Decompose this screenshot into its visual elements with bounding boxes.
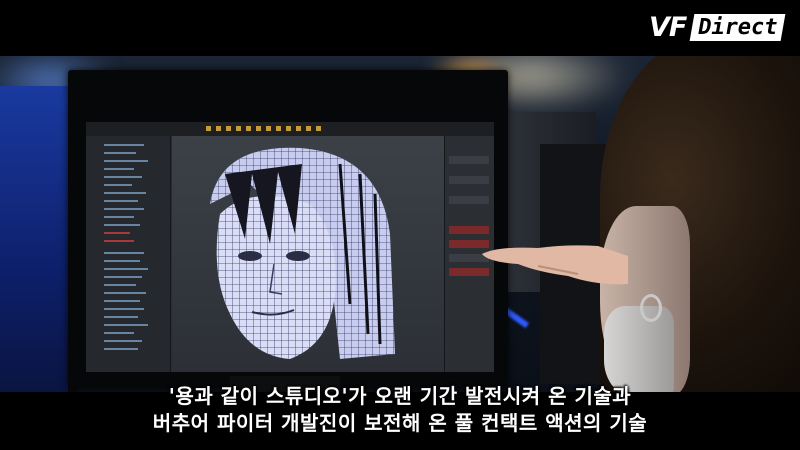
- pointing-hand: [482, 245, 628, 285]
- subtitles: '용과 같이 스튜디오'가 오랜 기간 발전시켜 온 기술과 버추어 파이터 개…: [0, 383, 800, 437]
- outliner-panel: [86, 136, 171, 372]
- logo-tag: Direct: [689, 13, 787, 41]
- face-mask: [604, 306, 674, 392]
- vf-direct-logo: VF Direct: [649, 10, 787, 44]
- subtitle-line-2: 버추어 파이터 개발진이 보전해 온 풀 컨택트 액션의 기술: [152, 411, 648, 435]
- subtitle-line-1: '용과 같이 스튜디오'가 오랜 기간 발전시켜 온 기술과: [168, 384, 632, 408]
- modeling-software-screen: [86, 122, 494, 372]
- wireframe-head-model: [210, 147, 395, 359]
- logo-brand: VF: [649, 11, 687, 43]
- photo-scene: [0, 56, 800, 392]
- side-monitor: [0, 86, 70, 392]
- video-frame: VF Direct '용과 같이 스튜디오'가 오랜 기간 발전시켜 온 기술과…: [0, 0, 800, 450]
- earring: [640, 294, 662, 322]
- software-toolbar: [86, 122, 494, 136]
